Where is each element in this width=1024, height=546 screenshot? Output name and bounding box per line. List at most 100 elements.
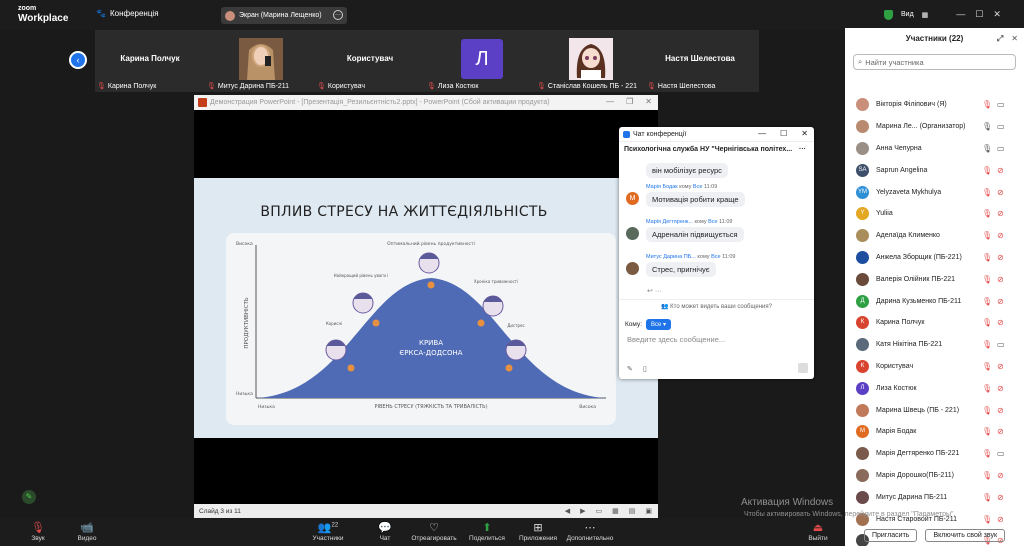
mic-off-icon[interactable]: 🎙 <box>982 166 992 175</box>
mic-off-icon[interactable]: 🎙 <box>982 406 992 415</box>
mic-off-icon[interactable]: 🎙 <box>982 515 992 524</box>
play-icon[interactable]: ▶ <box>580 507 585 515</box>
slideshow-view-icon[interactable]: ▣ <box>645 507 652 515</box>
participants-button[interactable]: 👥22 Участники <box>300 521 356 542</box>
video-tile[interactable]: Карина Полчук 🎙 Карина Полчук <box>95 30 205 92</box>
participant-row[interactable]: Анжела Зборщик (ПБ-221) 🎙 ⊘ <box>845 247 1024 269</box>
conference-button[interactable]: 🐾 Конференція <box>96 9 159 18</box>
participant-row[interactable]: Валерія Олійник ПБ-221 🎙 ⊘ <box>845 268 1024 290</box>
participant-row[interactable]: Марія Дорошко(ПБ-211) 🎙 ⊘ <box>845 465 1024 487</box>
participant-row[interactable]: Л Лиза Костюк 🎙 ⊘ <box>845 377 1024 399</box>
chat-button[interactable]: 💬 Чат <box>357 521 413 542</box>
message-more-icon[interactable]: ··· <box>655 288 662 295</box>
mic-off-icon[interactable]: 🎙 <box>982 362 992 371</box>
video-tile[interactable]: Настя Шелестова 🎙 Настя Шелестова <box>645 30 755 92</box>
video-off-icon[interactable]: ⊘ <box>997 188 1004 197</box>
mic-off-icon[interactable]: 🎙 <box>982 253 992 262</box>
mic-off-icon[interactable]: 🎙 <box>982 100 992 109</box>
ppt-minimize-icon[interactable]: — <box>606 97 614 106</box>
chat-input[interactable]: Введите здесь сообщение... <box>627 335 725 344</box>
mic-off-icon[interactable]: 🎙 <box>982 318 992 327</box>
video-off-icon[interactable]: ⊘ <box>997 318 1004 327</box>
video-off-icon[interactable]: ⊘ <box>997 515 1004 524</box>
prev-icon[interactable]: ◀ <box>565 507 570 515</box>
mic-off-icon[interactable]: 🎙 <box>982 493 992 502</box>
mic-off-icon[interactable]: 🎙 <box>982 297 992 306</box>
close-icon[interactable]: ✕ <box>993 9 1001 20</box>
panel-close-icon[interactable]: ✕ <box>1011 28 1018 50</box>
ppt-close-icon[interactable]: ✕ <box>645 97 652 106</box>
participant-row[interactable]: Y Yuliia 🎙 ⊘ <box>845 203 1024 225</box>
leave-button[interactable]: ⏏ Выйти <box>790 521 846 542</box>
reply-icon[interactable]: ↩ <box>647 288 653 295</box>
shield-icon[interactable] <box>884 9 893 20</box>
screen-share-indicator[interactable]: Экран (Марина Лещенко) ··· <box>221 7 347 24</box>
chat-more-icon[interactable]: ··· <box>799 146 806 153</box>
video-icon[interactable]: ▭ <box>997 122 1005 131</box>
participant-row[interactable]: Аделаїда Клименко 🎙 ⊘ <box>845 225 1024 247</box>
mic-off-icon[interactable]: 🎙 <box>982 449 992 458</box>
participant-row[interactable]: Д Дарина Кузьменко ПБ-211 🎙 ⊘ <box>845 290 1024 312</box>
participant-row[interactable]: Анна Чепурна 🎙 ▭ <box>845 138 1024 160</box>
video-button[interactable]: 📹 Видео <box>59 521 115 542</box>
video-off-icon[interactable]: ⊘ <box>997 493 1004 502</box>
annotation-pen-icon[interactable]: ✎ <box>22 490 36 504</box>
participant-row[interactable]: Марина Ле... (Организатор) 🎙 ▭ <box>845 116 1024 138</box>
video-icon[interactable]: ▭ <box>997 449 1005 458</box>
video-off-icon[interactable]: ⊘ <box>997 166 1004 175</box>
who-can-see[interactable]: 👥 Кто может видеть ваши сообщения? <box>619 299 814 310</box>
video-off-icon[interactable]: ⊘ <box>997 275 1004 284</box>
mic-off-icon[interactable]: 🎙 <box>982 275 992 284</box>
participant-row[interactable]: Митус Дарина ПБ-211 🎙 ⊘ <box>845 486 1024 508</box>
back-arrow-button[interactable]: ‹ <box>69 51 87 69</box>
video-tile[interactable]: Користувач 🎙 Користувач <box>315 30 425 92</box>
chat-minimize-icon[interactable]: — <box>758 129 766 138</box>
video-off-icon[interactable]: ⊘ <box>997 471 1004 480</box>
send-button[interactable] <box>798 363 808 373</box>
more-button[interactable]: ⋯ Дополнительно <box>562 521 618 542</box>
invite-button[interactable]: Пригласить <box>863 528 918 542</box>
recipient-dropdown[interactable]: Все ▾ <box>646 319 672 330</box>
chat-maximize-icon[interactable]: ☐ <box>780 129 787 138</box>
mic-off-icon[interactable]: 🎙 <box>982 427 992 436</box>
video-tile[interactable]: 🎙 Митус Дарина ПБ-211 <box>205 30 315 92</box>
video-off-icon[interactable]: ⊘ <box>997 297 1004 306</box>
mic-off-icon[interactable]: 🎙 <box>982 209 992 218</box>
participant-row[interactable]: Вікторія Філіпович (Я) 🎙 ▭ <box>845 94 1024 116</box>
participant-row[interactable]: YM Yelyzaveta Mykhulya 🎙 ⊘ <box>845 181 1024 203</box>
format-icon[interactable]: ✎ <box>627 365 633 373</box>
mic-off-icon[interactable]: 🎙 <box>982 471 992 480</box>
video-tile[interactable]: Л 🎙 Лиза Костюк <box>425 30 535 92</box>
react-button[interactable]: ♡ Отреагировать <box>406 521 462 542</box>
normal-view-icon[interactable]: ▭ <box>596 507 603 515</box>
participant-row[interactable]: М Марія Бодак 🎙 ⊘ <box>845 421 1024 443</box>
file-icon[interactable]: ▯ <box>643 365 647 373</box>
video-off-icon[interactable]: ⊘ <box>997 253 1004 262</box>
video-icon[interactable]: ▭ <box>997 340 1005 349</box>
video-off-icon[interactable]: ⊘ <box>997 406 1004 415</box>
participant-search[interactable]: ⌕ Найти участника <box>853 54 1016 70</box>
video-tile[interactable]: 🎙 Станіслав Кошель ПБ - 221 <box>535 30 645 92</box>
video-off-icon[interactable]: ⊘ <box>997 209 1004 218</box>
mic-off-icon[interactable]: 🎙 <box>982 340 992 349</box>
video-icon[interactable]: ▭ <box>997 144 1005 153</box>
video-off-icon[interactable]: ⊘ <box>997 231 1004 240</box>
mic-icon[interactable]: 🎙 <box>982 122 992 131</box>
view-button[interactable]: Вид <box>901 11 914 18</box>
mic-off-icon[interactable]: 🎙 <box>982 231 992 240</box>
sorter-view-icon[interactable]: ▦ <box>612 507 619 515</box>
participant-row[interactable]: Марія Дегтяренко ПБ-221 🎙 ▭ <box>845 443 1024 465</box>
participant-row[interactable]: К Карина Полчук 🎙 ⊘ <box>845 312 1024 334</box>
minimize-icon[interactable]: — <box>956 9 965 20</box>
video-off-icon[interactable]: ⊘ <box>997 427 1004 436</box>
video-icon[interactable]: ▭ <box>997 100 1005 109</box>
participant-row[interactable]: SA Saprun Angelina 🎙 ⊘ <box>845 159 1024 181</box>
ppt-restore-icon[interactable]: ❐ <box>626 97 633 106</box>
share-button[interactable]: ⬆ Поделиться <box>459 521 515 542</box>
unmute-self-button[interactable]: Включить свой звук <box>925 528 1006 542</box>
mic-icon[interactable]: 🎙 <box>982 144 992 153</box>
chat-close-icon[interactable]: ✕ <box>801 129 808 138</box>
pop-out-icon[interactable]: ⤢ <box>997 28 1003 50</box>
mic-off-icon[interactable]: 🎙 <box>982 384 992 393</box>
participant-row[interactable]: К Користувач 🎙 ⊘ <box>845 356 1024 378</box>
